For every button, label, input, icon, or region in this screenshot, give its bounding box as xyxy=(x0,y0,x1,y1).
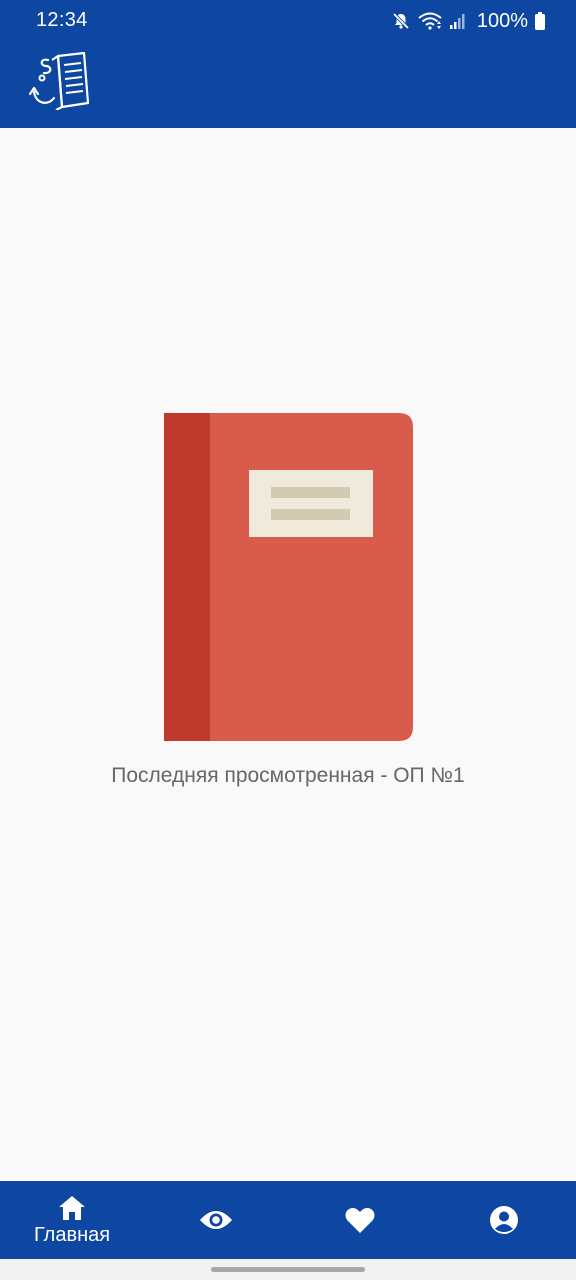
battery-icon xyxy=(534,11,546,31)
home-gesture-handle[interactable] xyxy=(211,1267,365,1272)
main-content: Последняя просмотренная - ОП №1 xyxy=(0,128,576,1181)
eye-icon xyxy=(199,1209,233,1231)
nav-home[interactable]: Главная xyxy=(0,1181,144,1259)
gesture-bar xyxy=(0,1259,576,1280)
wifi-icon xyxy=(417,11,443,31)
battery-percent: 100% xyxy=(476,9,528,32)
nav-viewed[interactable] xyxy=(144,1181,288,1259)
mute-icon xyxy=(391,11,411,31)
status-time: 12:34 xyxy=(36,9,88,31)
screen: 12:34 100% Последняя просмотренная - ОП … xyxy=(0,0,576,1280)
status-icons: 100% xyxy=(391,7,546,35)
nav-profile[interactable] xyxy=(432,1181,576,1259)
last-viewed-text[interactable]: Последняя просмотренная - ОП №1 xyxy=(0,764,576,788)
nav-favorites[interactable] xyxy=(288,1181,432,1259)
app-header: 12:34 100% xyxy=(0,0,576,128)
status-bar: 12:34 100% xyxy=(0,0,576,42)
document-logo-icon[interactable] xyxy=(28,51,92,111)
red-book-icon xyxy=(164,413,413,741)
heart-icon xyxy=(345,1206,375,1234)
account-icon xyxy=(489,1205,519,1235)
signal-icon xyxy=(449,12,465,30)
bottom-navigation: Главная xyxy=(0,1181,576,1259)
home-icon xyxy=(57,1194,87,1222)
nav-home-label: Главная xyxy=(33,1223,111,1246)
